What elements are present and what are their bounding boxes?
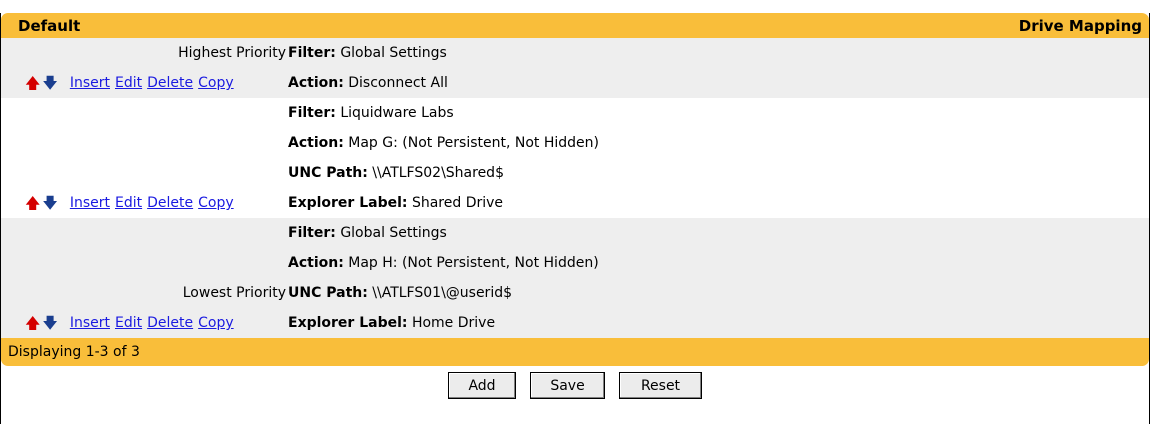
- lowest-priority-label: Lowest Priority: [182, 285, 286, 301]
- action-value: Disconnect All: [348, 75, 448, 91]
- action-value: Map G: (Not Persistent, Not Hidden): [348, 135, 599, 151]
- move-down-icon[interactable]: 🡇: [42, 75, 57, 91]
- filter-label: Filter:: [288, 105, 336, 121]
- insert-link[interactable]: Insert: [70, 195, 110, 211]
- move-up-icon[interactable]: 🡅: [25, 75, 40, 91]
- explorer-label-label: Explorer Label:: [288, 315, 408, 331]
- edit-link[interactable]: Edit: [115, 75, 142, 91]
- insert-link[interactable]: Insert: [70, 315, 110, 331]
- copy-link[interactable]: Copy: [198, 75, 234, 91]
- filter-value: Liquidware Labs: [340, 105, 454, 121]
- filter-label: Filter:: [288, 45, 336, 61]
- copy-link[interactable]: Copy: [198, 315, 234, 331]
- add-button[interactable]: Add: [448, 372, 516, 399]
- mapping-row-2: Filter: Liquidware Labs Action: Map G: (…: [1, 98, 1149, 218]
- action-label: Action:: [288, 135, 344, 151]
- filter-value: Global Settings: [340, 225, 447, 241]
- move-up-icon[interactable]: 🡅: [25, 195, 40, 211]
- edit-link[interactable]: Edit: [115, 315, 142, 331]
- panel-footer: Displaying 1-3 of 3: [1, 338, 1149, 366]
- move-down-icon[interactable]: 🡇: [42, 315, 57, 331]
- action-label: Action:: [288, 75, 344, 91]
- header-title: Default: [18, 16, 81, 35]
- delete-link[interactable]: Delete: [147, 75, 193, 91]
- copy-link[interactable]: Copy: [198, 195, 234, 211]
- filter-value: Global Settings: [340, 45, 447, 61]
- delete-link[interactable]: Delete: [147, 315, 193, 331]
- edit-link[interactable]: Edit: [115, 195, 142, 211]
- action-label: Action:: [288, 255, 344, 271]
- filter-label: Filter:: [288, 225, 336, 241]
- drive-mapping-panel: Default Drive Mapping Highest Priority F…: [0, 13, 1150, 424]
- mapping-row-1: Highest Priority Filter: Global Settings…: [1, 38, 1149, 98]
- reset-button[interactable]: Reset: [619, 372, 702, 399]
- header-section: Drive Mapping: [1018, 16, 1142, 35]
- unc-path-label: UNC Path:: [288, 285, 368, 301]
- explorer-label-value: Home Drive: [411, 315, 496, 331]
- unc-path-value: \\ATLFS01\@userid$: [372, 285, 513, 301]
- unc-path-value: \\ATLFS02\Shared$: [372, 165, 504, 181]
- button-bar: Add Save Reset: [0, 372, 1150, 399]
- action-value: Map H: (Not Persistent, Not Hidden): [348, 255, 599, 271]
- explorer-label-value: Shared Drive: [411, 195, 504, 211]
- move-down-icon[interactable]: 🡇: [42, 195, 57, 211]
- delete-link[interactable]: Delete: [147, 195, 193, 211]
- save-button[interactable]: Save: [530, 372, 605, 399]
- insert-link[interactable]: Insert: [70, 75, 110, 91]
- explorer-label-label: Explorer Label:: [288, 195, 408, 211]
- pagination-status: Displaying 1-3 of 3: [8, 344, 140, 360]
- mapping-row-3: Filter: Global Settings Action: Map H: (…: [1, 218, 1149, 338]
- unc-path-label: UNC Path:: [288, 165, 368, 181]
- panel-header: Default Drive Mapping: [1, 13, 1149, 38]
- highest-priority-label: Highest Priority: [178, 45, 286, 61]
- move-up-icon[interactable]: 🡅: [25, 315, 40, 331]
